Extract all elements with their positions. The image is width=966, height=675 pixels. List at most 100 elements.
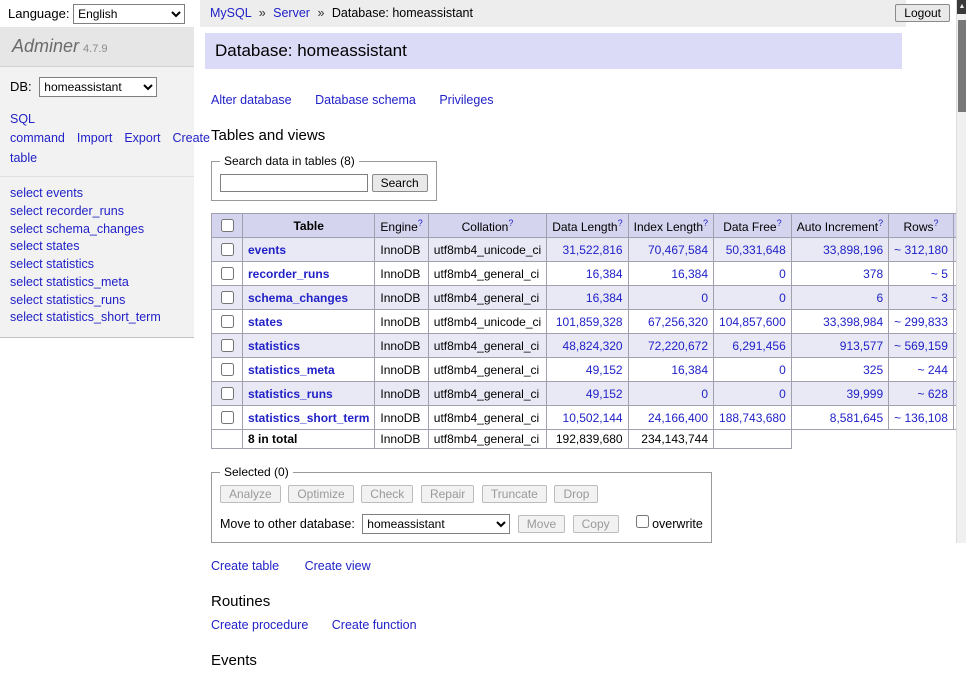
optimize-button[interactable]: Optimize	[288, 485, 353, 503]
move-button[interactable]: Move	[518, 515, 565, 533]
help-link[interactable]: ?	[618, 218, 623, 228]
row-select-checkbox[interactable]	[221, 339, 234, 352]
help-link[interactable]: ?	[703, 218, 708, 228]
data-length-link[interactable]: 101,859,328	[556, 315, 623, 329]
sidebar-import-link[interactable]: Import	[77, 131, 112, 145]
check-button[interactable]: Check	[361, 485, 413, 503]
index-length-link[interactable]: 67,256,320	[648, 315, 708, 329]
drop-button[interactable]: Drop	[554, 485, 598, 503]
table-link[interactable]: statistics_meta	[248, 363, 335, 377]
data-free-link[interactable]: 188,743,680	[719, 411, 786, 425]
sidebar-export-link[interactable]: Export	[124, 131, 160, 145]
data-free-link[interactable]: 6,291,456	[732, 339, 785, 353]
data-free-link[interactable]: 50,331,648	[726, 243, 786, 257]
index-length-link[interactable]: 72,220,672	[648, 339, 708, 353]
auto-increment-link[interactable]: 325	[863, 363, 883, 377]
privileges-link[interactable]: Privileges	[439, 93, 493, 107]
data-free-link[interactable]: 0	[779, 387, 786, 401]
index-length-link[interactable]: 16,384	[671, 267, 708, 281]
sidebar-item-statistics[interactable]: select statistics	[10, 256, 184, 274]
help-link[interactable]: ?	[934, 218, 939, 228]
index-length-link[interactable]: 70,467,584	[648, 243, 708, 257]
sidebar-item-statistics-short-term[interactable]: select statistics_short_term	[10, 309, 184, 327]
sidebar-item-events[interactable]: select events	[10, 185, 184, 203]
data-free-link[interactable]: 0	[779, 267, 786, 281]
rows-count-link[interactable]: ~ 299,833	[894, 315, 948, 329]
scrollbar[interactable]: ▲	[956, 0, 966, 543]
data-length-link[interactable]: 16,384	[586, 291, 623, 305]
index-length-link[interactable]: 0	[701, 291, 708, 305]
search-button[interactable]: Search	[372, 174, 428, 192]
search-input[interactable]	[220, 174, 368, 192]
create-table-link[interactable]: Create table	[211, 559, 279, 573]
create-function-link[interactable]: Create function	[332, 618, 417, 632]
index-length-link[interactable]: 0	[701, 387, 708, 401]
db-select[interactable]: homeassistant	[39, 77, 157, 97]
logout-button[interactable]: Logout	[895, 4, 950, 22]
sidebar-item-statistics-runs[interactable]: select statistics_runs	[10, 292, 184, 310]
rows-count-link[interactable]: ~ 3	[931, 291, 948, 305]
row-select-checkbox[interactable]	[221, 315, 234, 328]
auto-increment-link[interactable]: 33,898,196	[823, 243, 883, 257]
truncate-button[interactable]: Truncate	[482, 485, 547, 503]
move-database-select[interactable]: homeassistant	[362, 514, 510, 534]
database-schema-link[interactable]: Database schema	[315, 93, 416, 107]
rows-count-link[interactable]: ~ 136,108	[894, 411, 948, 425]
language-select[interactable]: English	[73, 4, 185, 24]
analyze-button[interactable]: Analyze	[220, 485, 281, 503]
auto-increment-link[interactable]: 39,999	[846, 387, 883, 401]
sidebar-item-statistics-meta[interactable]: select statistics_meta	[10, 274, 184, 292]
breadcrumb-mysql-link[interactable]: MySQL	[210, 6, 251, 20]
table-link[interactable]: statistics_short_term	[248, 411, 369, 425]
data-length-link[interactable]: 49,152	[586, 363, 623, 377]
repair-button[interactable]: Repair	[421, 485, 474, 503]
data-free-link[interactable]: 104,857,600	[719, 315, 786, 329]
table-link[interactable]: events	[248, 243, 286, 257]
auto-increment-link[interactable]: 6	[876, 291, 883, 305]
sidebar-sql-command-link[interactable]: SQL command	[10, 112, 65, 145]
index-length-link[interactable]: 24,166,400	[648, 411, 708, 425]
table-link[interactable]: statistics_runs	[248, 387, 333, 401]
rows-count-link[interactable]: ~ 312,180	[894, 243, 948, 257]
help-link[interactable]: ?	[508, 218, 513, 228]
sidebar-item-recorder-runs[interactable]: select recorder_runs	[10, 203, 184, 221]
row-select-checkbox[interactable]	[221, 291, 234, 304]
table-link[interactable]: states	[248, 315, 283, 329]
data-length-link[interactable]: 31,522,816	[563, 243, 623, 257]
alter-database-link[interactable]: Alter database	[211, 93, 292, 107]
scroll-up-arrow-icon[interactable]: ▲	[957, 0, 966, 14]
copy-button[interactable]: Copy	[573, 515, 619, 533]
data-free-link[interactable]: 0	[779, 291, 786, 305]
table-link[interactable]: schema_changes	[248, 291, 348, 305]
index-length-link[interactable]: 16,384	[671, 363, 708, 377]
overwrite-checkbox[interactable]	[636, 515, 649, 528]
auto-increment-link[interactable]: 913,577	[840, 339, 883, 353]
rows-count-link[interactable]: ~ 569,159	[894, 339, 948, 353]
breadcrumb-server-link[interactable]: Server	[273, 6, 310, 20]
data-length-link[interactable]: 16,384	[586, 267, 623, 281]
rows-count-link[interactable]: ~ 244	[918, 363, 948, 377]
rows-count-link[interactable]: ~ 628	[918, 387, 948, 401]
auto-increment-link[interactable]: 33,398,984	[823, 315, 883, 329]
row-select-checkbox[interactable]	[221, 411, 234, 424]
data-length-link[interactable]: 49,152	[586, 387, 623, 401]
help-link[interactable]: ?	[878, 218, 883, 228]
data-length-link[interactable]: 10,502,144	[563, 411, 623, 425]
auto-increment-link[interactable]: 8,581,645	[830, 411, 883, 425]
create-procedure-link[interactable]: Create procedure	[211, 618, 308, 632]
row-select-checkbox[interactable]	[221, 243, 234, 256]
row-select-checkbox[interactable]	[221, 363, 234, 376]
row-select-checkbox[interactable]	[221, 387, 234, 400]
table-link[interactable]: statistics	[248, 339, 300, 353]
data-free-link[interactable]: 0	[779, 363, 786, 377]
help-link[interactable]: ?	[418, 218, 423, 228]
create-view-link[interactable]: Create view	[305, 559, 371, 573]
scrollbar-thumb[interactable]	[958, 20, 966, 112]
auto-increment-link[interactable]: 378	[863, 267, 883, 281]
sidebar-item-states[interactable]: select states	[10, 238, 184, 256]
row-select-checkbox[interactable]	[221, 267, 234, 280]
help-link[interactable]: ?	[777, 218, 782, 228]
sidebar-item-schema-changes[interactable]: select schema_changes	[10, 221, 184, 239]
rows-count-link[interactable]: ~ 5	[931, 267, 948, 281]
select-all-checkbox[interactable]	[221, 219, 234, 232]
